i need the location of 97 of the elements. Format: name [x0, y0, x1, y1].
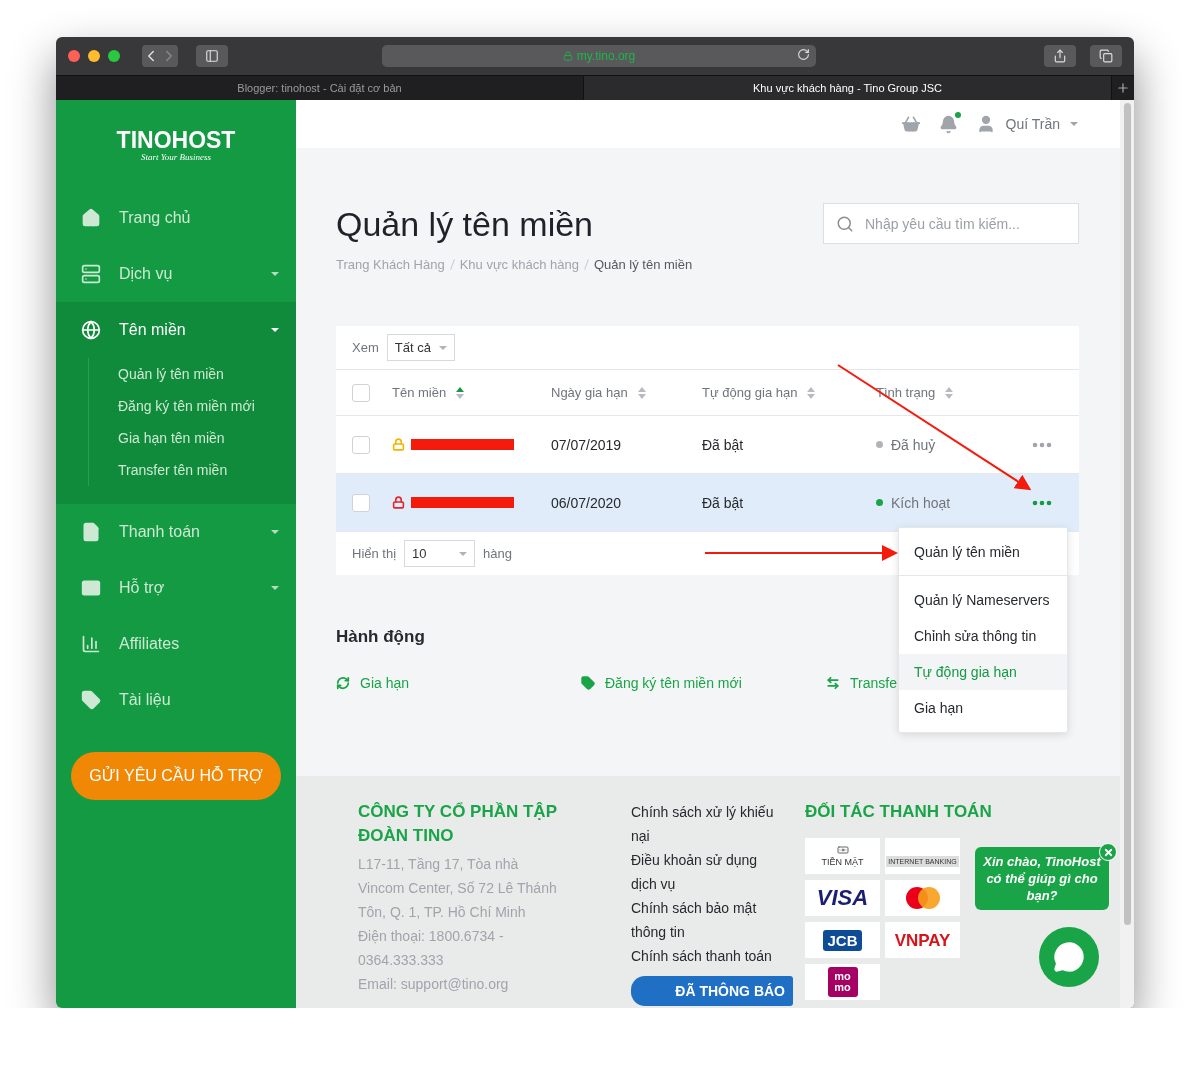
menu-icon: [81, 634, 101, 654]
address-bar[interactable]: my.tino.org: [382, 45, 816, 67]
sidebar-item[interactable]: Thanh toán: [119, 523, 253, 541]
jcb-logo: JCB: [805, 922, 880, 958]
column-header[interactable]: Tự động gia hạn: [702, 385, 798, 400]
browser-tab[interactable]: Khu vực khách hàng - Tino Group JSC: [584, 76, 1112, 100]
share-icon[interactable]: [1053, 49, 1067, 63]
menu-item[interactable]: Chỉnh sửa thông tin: [899, 618, 1067, 654]
filter-select[interactable]: Tất cả: [386, 334, 455, 361]
policy-link[interactable]: Chính sách xử lý khiếu nại: [631, 800, 781, 848]
sort-icon[interactable]: [945, 386, 954, 399]
sidebar-item[interactable]: Hỗ trợ: [119, 579, 253, 597]
action-link[interactable]: Đăng ký tên miền mới: [605, 675, 742, 691]
more-icon[interactable]: [1032, 441, 1052, 448]
action-link[interactable]: Transfe: [850, 675, 897, 691]
chat-greeting: Xin chào, TinoHost có thể giúp gì cho bạn?: [975, 847, 1109, 910]
search-icon: [836, 214, 854, 233]
pager-suffix: hàng: [483, 546, 512, 561]
logo-tagline: Start Your Business: [140, 151, 212, 162]
notice-badge: ĐÃ THÔNG BÁO: [631, 976, 793, 1006]
submenu-item[interactable]: Gia hạn tên miền: [118, 422, 296, 454]
partners-title: ĐỐI TÁC THANH TOÁN: [805, 801, 993, 823]
menu-icon: [81, 690, 101, 710]
select-all-checkbox[interactable]: [352, 383, 370, 402]
status-text: Kích hoạt: [891, 494, 951, 511]
lock-icon: [562, 51, 573, 61]
chat-bubble-icon[interactable]: [1053, 941, 1085, 973]
action-icon: [826, 676, 840, 690]
menu-icon: [81, 578, 101, 598]
action-icon: [581, 676, 595, 690]
submenu-item[interactable]: Quản lý tên miền: [118, 358, 296, 390]
policy-link[interactable]: Chính sách thanh toán: [631, 944, 781, 968]
cash-logo: TIỀN MẶT: [805, 838, 880, 874]
table-cell-text: 07/07/2019: [551, 436, 623, 453]
page-size-select[interactable]: 10: [404, 540, 476, 567]
menu-icon: [81, 264, 101, 284]
tabs-icon[interactable]: [1099, 49, 1113, 63]
policy-link[interactable]: Điều khoản sử dụng dịch vụ: [631, 848, 781, 896]
menu-icon: [81, 208, 101, 228]
notification-bell-icon[interactable]: [938, 114, 958, 134]
company-name: CÔNG TY CỔ PHẦN TẬP ĐOÀN TINO: [358, 801, 558, 847]
sidebar-item[interactable]: Affiliates: [119, 635, 279, 653]
sidebar-icon[interactable]: [205, 49, 219, 63]
menu-item[interactable]: Tự động gia hạn: [899, 654, 1067, 690]
menu-icon: [81, 320, 101, 340]
vnpay-logo: VNPAY: [885, 922, 960, 958]
scrollbar-thumb[interactable]: [1123, 103, 1131, 925]
row-checkbox[interactable]: [352, 435, 370, 454]
table-cell-text: Đã bật: [702, 436, 745, 453]
sidebar-item[interactable]: Trang chủ: [119, 209, 279, 227]
table-cell-text: 06/07/2020: [551, 494, 623, 511]
column-header[interactable]: Ngày gia hạn: [551, 385, 628, 400]
reload-icon[interactable]: [797, 48, 810, 61]
zoom-window-button[interactable]: [108, 50, 120, 62]
visa-logo: VISA: [805, 880, 880, 916]
table-cell-text: Đã bật: [702, 494, 745, 511]
menu-icon: [81, 522, 101, 542]
more-icon[interactable]: [1032, 499, 1052, 506]
user-name[interactable]: Quí Trần: [1005, 116, 1060, 132]
filter-label: Xem: [352, 340, 379, 355]
section-title: Hành động: [336, 627, 425, 647]
search-field[interactable]: Nhập yêu cầu tìm kiếm...: [823, 203, 1079, 244]
sidebar-item[interactable]: Tài liệu: [119, 691, 279, 709]
close-window-button[interactable]: [68, 50, 80, 62]
company-email: Email: support@tino.org: [358, 975, 510, 994]
caret-icon[interactable]: [271, 272, 279, 276]
search-input[interactable]: Nhập yêu cầu tìm kiếm...: [863, 214, 1066, 233]
logo: TINOHOST: [116, 128, 236, 152]
status-text: Đã huỷ: [891, 436, 936, 453]
submenu-item[interactable]: Đăng ký tên miền mới: [118, 390, 296, 422]
sort-icon[interactable]: [807, 386, 816, 399]
company-address: L17-11, Tầng 17, Tòa nhà Vincom Center, Số 72 Lê Thánh Tôn, Q. 1, TP. Hồ Chí Minh: [358, 855, 558, 922]
action-link[interactable]: Gia hạn: [360, 675, 410, 691]
action-icon: [336, 676, 350, 690]
caret-icon[interactable]: [1070, 122, 1078, 126]
menu-item[interactable]: Gia hạn: [899, 690, 1067, 726]
company-phone: Điện thoại: 1800.6734 - 0364.333.333: [358, 927, 505, 970]
sort-icon[interactable]: [456, 386, 465, 399]
sidebar-item[interactable]: Tên miền: [119, 321, 253, 339]
caret-icon[interactable]: [271, 530, 279, 534]
page-title: Quản lý tên miền: [336, 204, 594, 245]
momo-logo: mo mo: [805, 964, 880, 1000]
caret-icon[interactable]: [271, 586, 279, 590]
row-checkbox[interactable]: [352, 493, 370, 512]
minimize-window-button[interactable]: [88, 50, 100, 62]
policy-link[interactable]: Chính sách bảo mật thông tin: [631, 896, 781, 944]
support-request-button[interactable]: GỬI YÊU CẦU HỖ TRỢ: [71, 752, 281, 800]
submenu-item[interactable]: Transfer tên miền: [118, 454, 296, 486]
menu-item[interactable]: Quản lý Nameservers: [899, 582, 1067, 618]
column-header[interactable]: Tên miền: [392, 385, 447, 400]
menu-item[interactable]: Quản lý tên miền: [899, 528, 1067, 576]
table-row[interactable]: 06/07/2020 Đã bật Kích hoạt: [336, 474, 1079, 532]
basket-icon[interactable]: [900, 114, 921, 134]
sidebar-item[interactable]: Dịch vụ: [119, 265, 253, 283]
pager-label: Hiển thị: [352, 546, 397, 561]
new-tab-icon[interactable]: [1116, 81, 1130, 95]
sort-icon[interactable]: [637, 386, 646, 399]
